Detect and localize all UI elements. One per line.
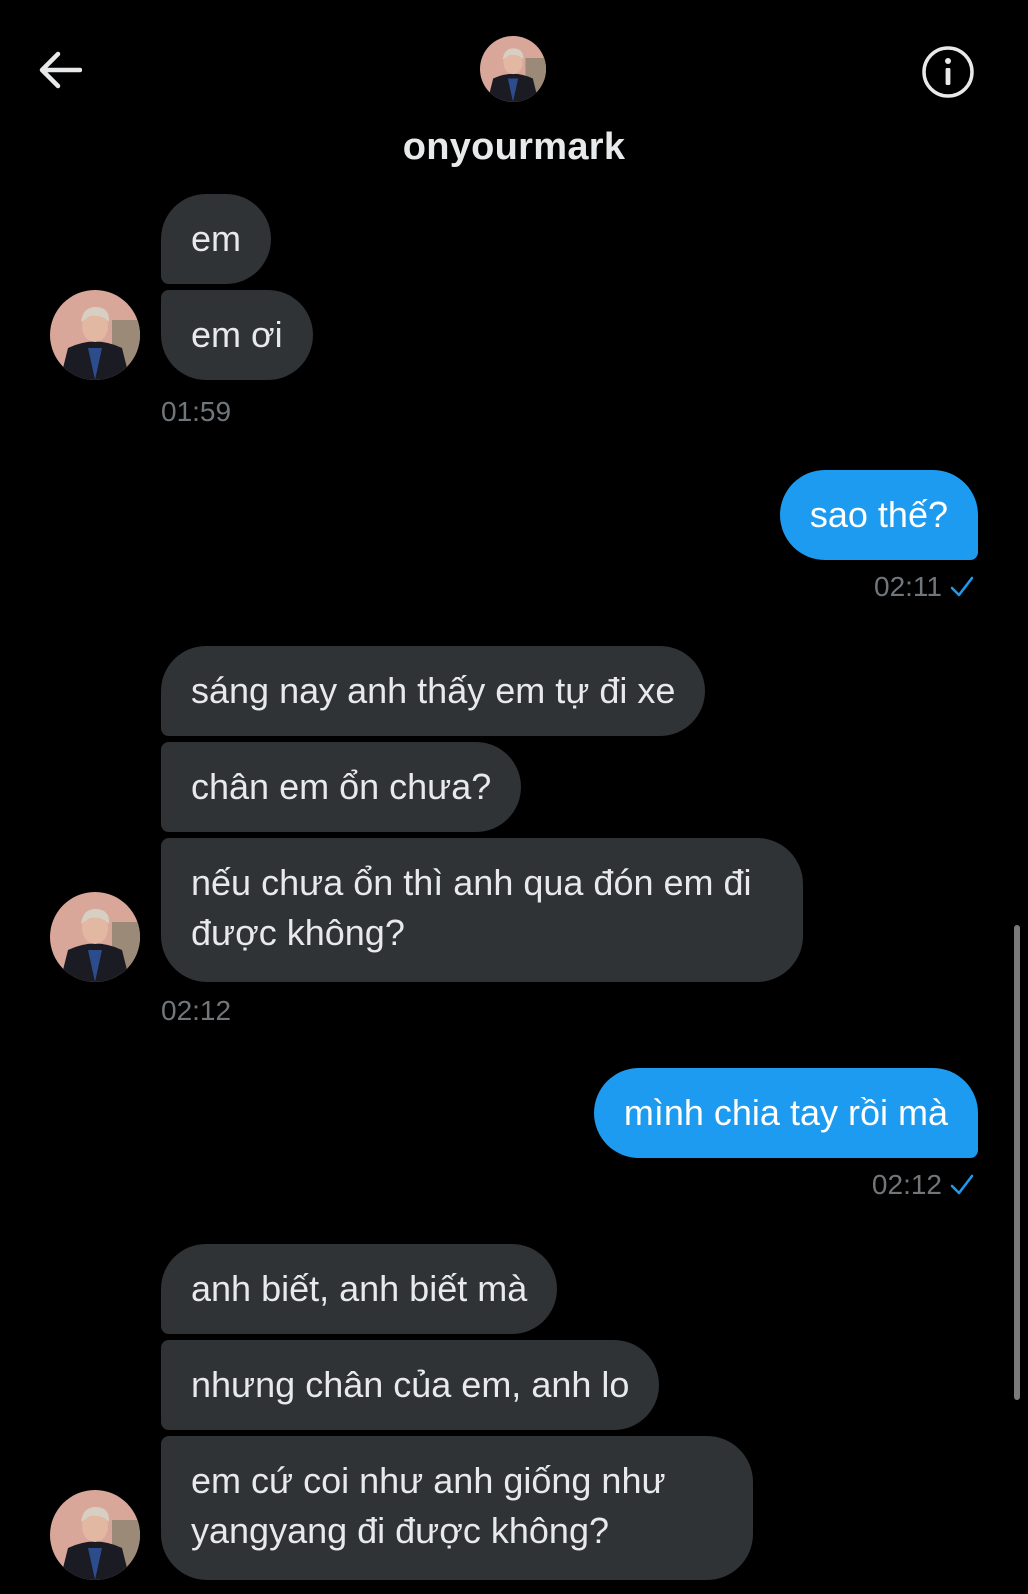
incoming-message[interactable]: anh biết, anh biết mà	[161, 1244, 558, 1334]
incoming-message[interactable]: em cứ coi như anh giống như yangyang đi …	[161, 1436, 753, 1580]
incoming-message[interactable]: sáng nay anh thấy em tự đi xe	[161, 646, 706, 736]
outgoing-message[interactable]: mình chia tay rồi mà	[593, 1068, 978, 1158]
info-circle-icon	[922, 46, 974, 98]
conversation-header: onyourmark	[0, 0, 1028, 190]
back-button[interactable]	[32, 42, 88, 98]
sender-avatar[interactable]	[50, 290, 140, 380]
message-timestamp: 02:12	[161, 995, 232, 1026]
incoming-message[interactable]: em	[161, 194, 272, 284]
outgoing-message[interactable]: sao thế?	[779, 470, 978, 560]
sender-avatar[interactable]	[50, 1490, 140, 1580]
read-check-icon	[950, 1174, 974, 1195]
incoming-message[interactable]: nếu chưa ổn thì anh qua đón em đi được k…	[161, 838, 803, 982]
header-avatar[interactable]	[480, 36, 546, 102]
conversation-username[interactable]: onyourmark	[0, 126, 1028, 169]
timestamp-text: 02:12	[871, 1169, 942, 1200]
read-check-icon	[950, 576, 974, 597]
message-timestamp: 01:59	[161, 396, 232, 427]
timestamp-text: 02:11	[874, 571, 942, 602]
incoming-message[interactable]: em ơi	[161, 290, 313, 380]
arrow-left-icon	[39, 51, 82, 89]
incoming-message[interactable]: chân em ổn chưa?	[161, 742, 522, 832]
message-timestamp: 02:11	[874, 572, 974, 602]
message-timestamp: 02:12	[872, 1170, 974, 1200]
sender-avatar[interactable]	[50, 892, 140, 982]
scrollbar[interactable]	[1014, 925, 1020, 1400]
incoming-message[interactable]: nhưng chân của em, anh lo	[161, 1340, 660, 1430]
info-button[interactable]	[918, 42, 978, 102]
